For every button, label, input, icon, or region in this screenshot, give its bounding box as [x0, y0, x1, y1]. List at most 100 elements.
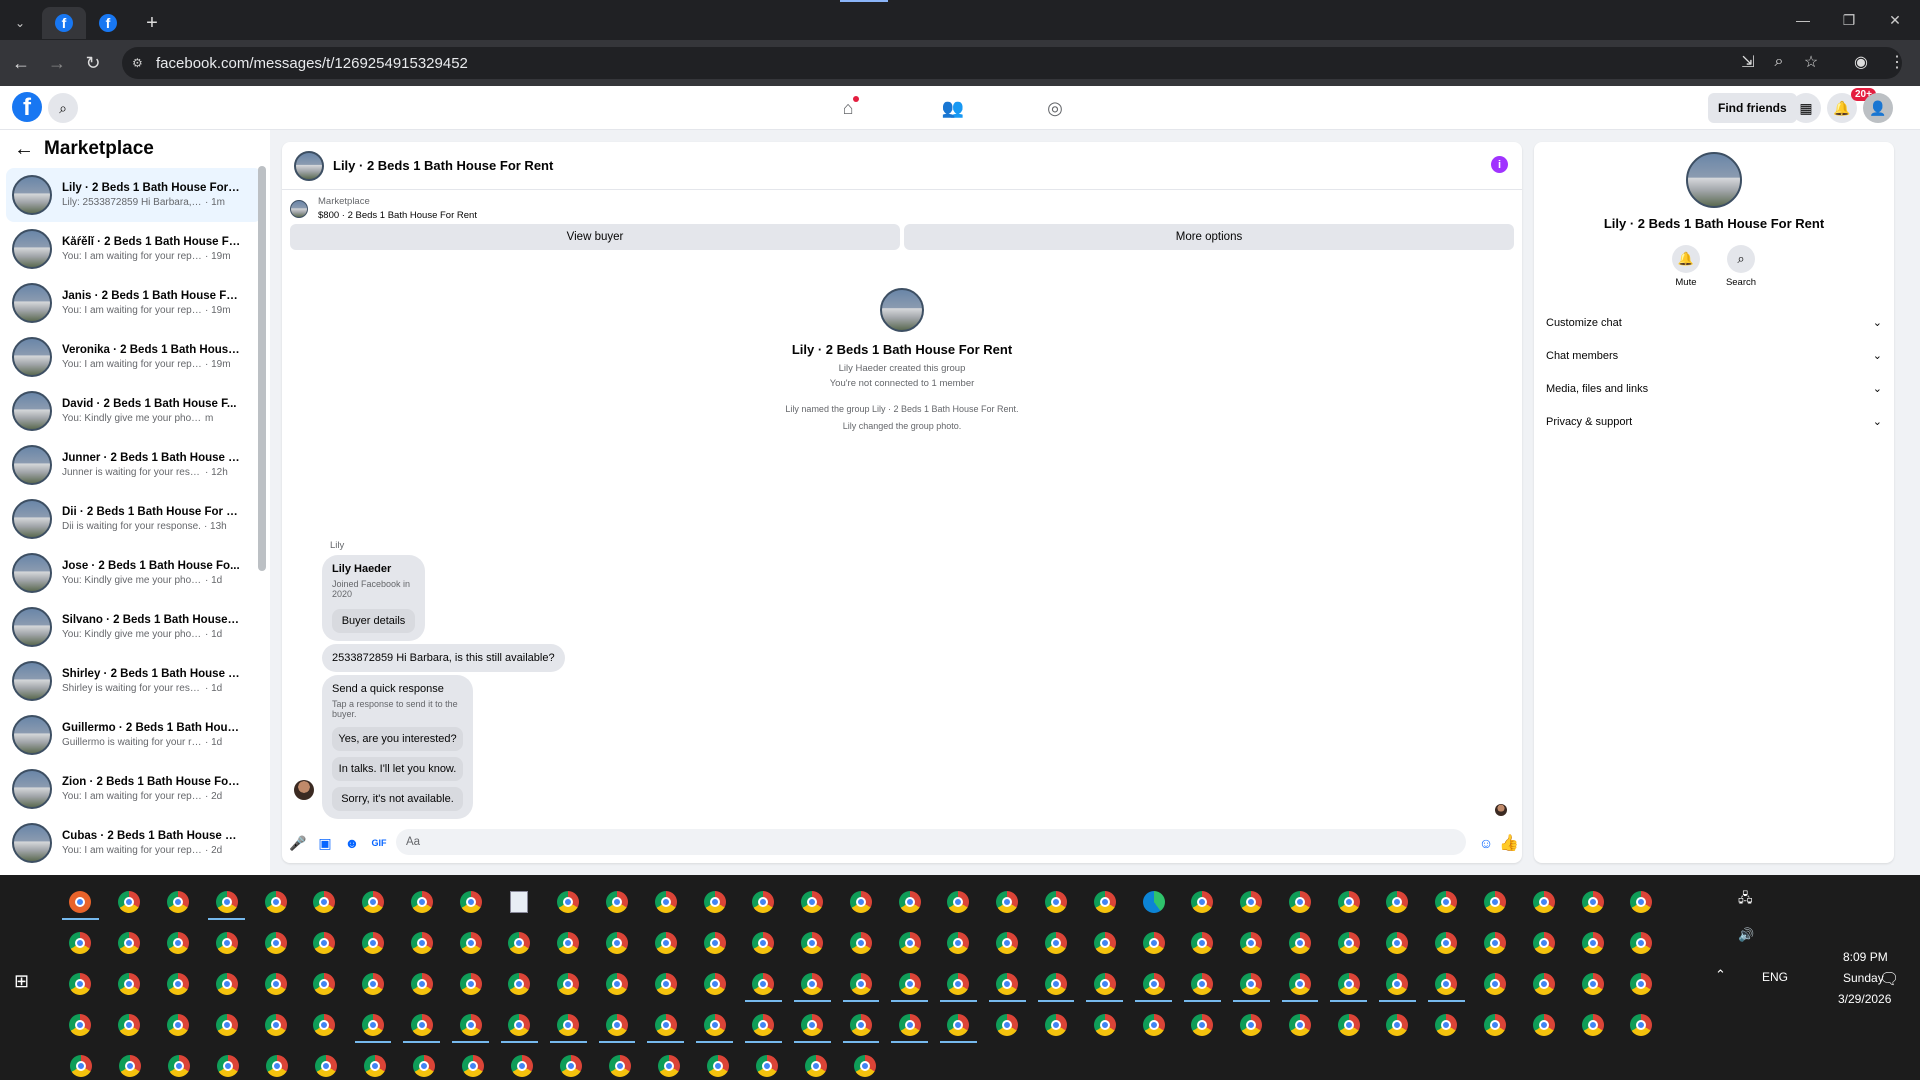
- taskbar-chrome-button[interactable]: [983, 881, 1032, 922]
- info-icon[interactable]: i: [1491, 156, 1508, 173]
- menu-kebab-icon[interactable]: ⋮: [1882, 47, 1912, 77]
- taskbar-chrome-button[interactable]: [546, 1045, 595, 1080]
- taskbar-chrome-button[interactable]: [1568, 1004, 1617, 1045]
- taskbar-chrome-button[interactable]: [1178, 1004, 1227, 1045]
- taskbar-chrome-button[interactable]: [202, 963, 251, 1004]
- menu-grid-icon[interactable]: ▦: [1791, 93, 1821, 123]
- taskbar-chrome-button[interactable]: [1617, 922, 1666, 963]
- taskbar-chrome-button[interactable]: [300, 963, 349, 1004]
- taskbar-chrome-button[interactable]: [1568, 922, 1617, 963]
- taskbar-chrome-button[interactable]: [1471, 1004, 1520, 1045]
- message-input[interactable]: Aa: [396, 829, 1466, 855]
- taskbar-chrome-button[interactable]: [1276, 963, 1325, 1004]
- conversation-item[interactable]: Cubas · 2 Beds 1 Bath House Fo... You: I …: [6, 816, 262, 870]
- taskbar-chrome-button[interactable]: [1422, 963, 1471, 1004]
- reload-icon[interactable]: ↻: [78, 48, 108, 78]
- clock-date[interactable]: 3/29/2026: [1838, 992, 1891, 1006]
- message-bubble[interactable]: 2533872859 Hi Barbara, is this still ava…: [322, 644, 565, 672]
- taskbar-chrome-button[interactable]: [349, 922, 398, 963]
- sidebar-scrollbar[interactable]: [258, 166, 266, 571]
- taskbar-chrome-button[interactable]: [399, 1045, 448, 1080]
- clock-day[interactable]: Sunday: [1843, 971, 1884, 985]
- taskbar-chrome-button[interactable]: [1178, 881, 1227, 922]
- restore-button[interactable]: ❐: [1826, 0, 1872, 40]
- taskbar-chrome-button[interactable]: [1519, 881, 1568, 922]
- taskbar-chrome-button[interactable]: [1373, 1004, 1422, 1045]
- taskbar-chrome-button[interactable]: [788, 881, 837, 922]
- taskbar-chrome-button[interactable]: [690, 881, 739, 922]
- taskbar-chrome-button[interactable]: [1227, 1004, 1276, 1045]
- taskbar-chrome-button[interactable]: [56, 922, 105, 963]
- site-info-icon[interactable]: ⚙: [132, 56, 143, 70]
- taskbar-chrome-button[interactable]: [446, 963, 495, 1004]
- back-arrow-icon[interactable]: ←: [6, 48, 36, 78]
- conversation-item[interactable]: Silvano · 2 Beds 1 Bath House F... You: K…: [6, 600, 262, 654]
- buyer-details-button[interactable]: Buyer details: [332, 609, 415, 633]
- taskbar-chrome-button[interactable]: [1080, 881, 1129, 922]
- taskbar-chrome-button[interactable]: [1032, 881, 1081, 922]
- taskbar-chrome-button[interactable]: [885, 881, 934, 922]
- section-privacy-support[interactable]: Privacy & support ⌄: [1534, 405, 1894, 438]
- taskbar-chrome-button[interactable]: [105, 1045, 154, 1080]
- taskbar-chrome-button[interactable]: [1422, 1004, 1471, 1045]
- taskbar-chrome-button[interactable]: [934, 881, 983, 922]
- conversation-item[interactable]: Jose · 2 Beds 1 Bath House Fo... You: Kin…: [6, 546, 262, 600]
- taskbar-chrome-button[interactable]: [791, 1045, 840, 1080]
- taskbar-chrome-button[interactable]: [495, 1004, 544, 1045]
- taskbar-chrome-button[interactable]: [739, 881, 788, 922]
- facebook-logo[interactable]: f: [12, 92, 42, 122]
- conversation-item[interactable]: Kǻŕěĺǐ · 2 Beds 1 Bath House For... You: …: [6, 222, 262, 276]
- taskbar-chrome-button[interactable]: [1568, 963, 1617, 1004]
- taskbar-edge-button[interactable]: [1129, 881, 1178, 922]
- forward-arrow-icon[interactable]: →: [42, 48, 72, 78]
- taskbar-chrome-button[interactable]: [397, 881, 446, 922]
- taskbar-chrome-button[interactable]: [837, 1004, 886, 1045]
- like-thumb-icon[interactable]: 👍: [1498, 832, 1520, 854]
- taskbar-chrome-button[interactable]: [202, 881, 251, 922]
- taskbar-chrome-button[interactable]: [885, 963, 934, 1004]
- windows-start-icon[interactable]: ⊞: [14, 971, 29, 992]
- new-tab-button[interactable]: +: [130, 7, 174, 39]
- conversation-item[interactable]: Shirley · 2 Beds 1 Bath House F... Shirle…: [6, 654, 262, 708]
- conversation-item[interactable]: David · 2 Beds 1 Bath House F... You: Kin…: [6, 384, 262, 438]
- taskbar-app-button[interactable]: [495, 881, 544, 922]
- minimize-button[interactable]: —: [1780, 0, 1826, 40]
- browser-tab-facebook-2[interactable]: f: [86, 7, 130, 39]
- taskbar-chrome-button[interactable]: [739, 922, 788, 963]
- taskbar-chrome-button[interactable]: [1080, 922, 1129, 963]
- taskbar-chrome-button[interactable]: [593, 881, 642, 922]
- section-customize-chat[interactable]: Customize chat ⌄: [1534, 306, 1894, 339]
- marketplace-listing-bar[interactable]: Marketplace $800 · 2 Beds 1 Bath House F…: [282, 190, 1522, 224]
- taskbar-chrome-button[interactable]: [690, 1004, 739, 1045]
- taskbar-chrome-button[interactable]: [154, 922, 203, 963]
- taskbar-chrome-button[interactable]: [1227, 922, 1276, 963]
- taskbar-chrome-button[interactable]: [544, 963, 593, 1004]
- taskbar-chrome-button[interactable]: [1617, 963, 1666, 1004]
- taskbar-chrome-button[interactable]: [349, 963, 398, 1004]
- taskbar-chrome-button[interactable]: [251, 963, 300, 1004]
- taskbar-chrome-button[interactable]: [1519, 922, 1568, 963]
- taskbar-chrome-button[interactable]: [1032, 1004, 1081, 1045]
- taskbar-chrome-button[interactable]: [1373, 922, 1422, 963]
- taskbar-chrome-button[interactable]: [837, 881, 886, 922]
- search-icon[interactable]: ⌕: [48, 93, 78, 123]
- taskbar-chrome-button[interactable]: [301, 1045, 350, 1080]
- taskbar-chrome-button[interactable]: [788, 1004, 837, 1045]
- photo-icon[interactable]: ▣: [314, 832, 336, 854]
- taskbar-chrome-button[interactable]: [837, 963, 886, 1004]
- taskbar-chrome-button[interactable]: [690, 922, 739, 963]
- quick-response-3[interactable]: Sorry, it's not available.: [332, 787, 463, 811]
- install-app-icon[interactable]: ⇲: [1733, 47, 1763, 77]
- taskbar-chrome-button[interactable]: [593, 1004, 642, 1045]
- taskbar-chrome-button[interactable]: [202, 922, 251, 963]
- view-buyer-button[interactable]: View buyer: [290, 224, 900, 250]
- taskbar-chrome-button[interactable]: [300, 881, 349, 922]
- groups-icon[interactable]: ◎: [1040, 94, 1070, 122]
- taskbar-chrome-button[interactable]: [105, 1004, 154, 1045]
- taskbar-chrome-button[interactable]: [300, 1004, 349, 1045]
- taskbar-chrome-button[interactable]: [105, 922, 154, 963]
- taskbar-chrome-button[interactable]: [1178, 963, 1227, 1004]
- taskbar-chrome-button[interactable]: [641, 881, 690, 922]
- taskbar-chrome-button[interactable]: [1080, 1004, 1129, 1045]
- taskbar-chrome-button[interactable]: [837, 922, 886, 963]
